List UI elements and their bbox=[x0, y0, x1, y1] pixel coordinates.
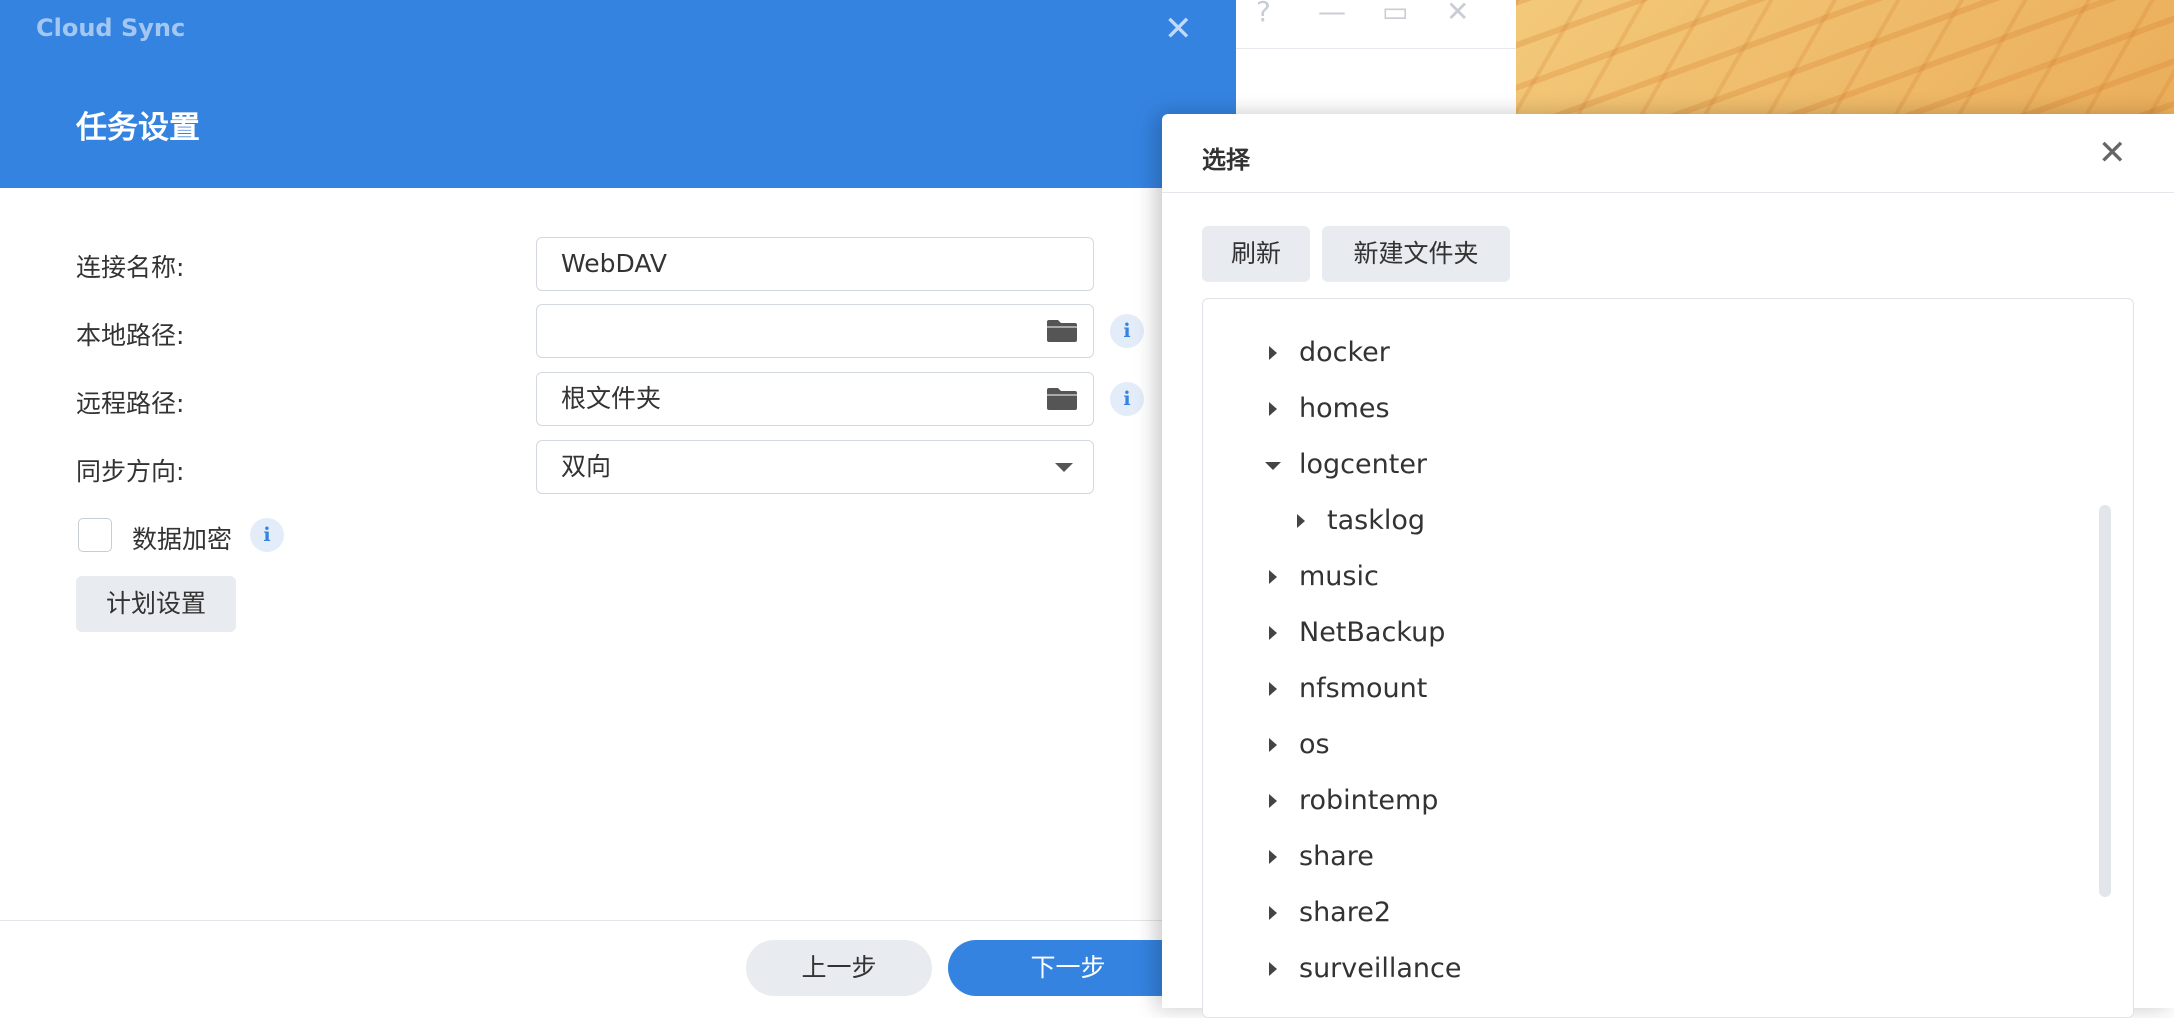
background-window-titlebar: ? — ▭ ✕ bbox=[1236, 0, 1516, 49]
caret-right-icon[interactable] bbox=[1269, 962, 1277, 976]
caret-down-icon[interactable] bbox=[1265, 462, 1281, 470]
folder-tree-item-label: os bbox=[1299, 729, 1330, 760]
footer-divider bbox=[0, 920, 1236, 921]
folder-tree-item-label: surveillance bbox=[1299, 953, 1462, 984]
folder-tree-item-label: tasklog bbox=[1327, 505, 1425, 536]
caret-right-icon[interactable] bbox=[1269, 626, 1277, 640]
refresh-button[interactable]: 刷新 bbox=[1202, 226, 1310, 282]
folder-tree-item[interactable]: NetBackup bbox=[1269, 613, 1445, 653]
folder-icon[interactable] bbox=[1047, 388, 1077, 410]
remote-path-label: 远程路径: bbox=[76, 389, 185, 418]
previous-step-button[interactable]: 上一步 bbox=[746, 940, 932, 996]
app-title: Cloud Sync bbox=[36, 14, 186, 42]
data-encryption-label: 数据加密 bbox=[132, 525, 233, 554]
sync-direction-label: 同步方向: bbox=[76, 457, 185, 486]
next-step-button[interactable]: 下一步 bbox=[948, 940, 1188, 996]
folder-tree-item-label: music bbox=[1299, 561, 1379, 592]
folder-chooser-dialog: 选择 ✕ 刷新 新建文件夹 docker homes logcenter tasklo… bbox=[1162, 114, 2174, 1018]
folder-tree-item[interactable]: robintemp bbox=[1269, 781, 1438, 821]
wizard-header: Cloud Sync ✕ 任务设置 bbox=[0, 0, 1236, 188]
maximize-icon[interactable]: ▭ bbox=[1382, 0, 1408, 26]
folder-tree-item[interactable]: music bbox=[1269, 557, 1379, 597]
wizard-close-icon[interactable]: ✕ bbox=[1164, 12, 1193, 46]
caret-right-icon[interactable] bbox=[1269, 346, 1277, 360]
folder-tree-item-label: nfsmount bbox=[1299, 673, 1428, 704]
local-path-label: 本地路径: bbox=[76, 321, 185, 350]
connection-name-value: WebDAV bbox=[561, 249, 667, 278]
chooser-title: 选择 bbox=[1202, 146, 1250, 174]
folder-tree-item[interactable]: homes bbox=[1269, 389, 1390, 429]
folder-tree-item[interactable]: nfsmount bbox=[1269, 669, 1427, 709]
connection-name-input[interactable]: WebDAV bbox=[536, 237, 1094, 291]
folder-tree-item[interactable]: logcenter bbox=[1265, 445, 1428, 485]
folder-tree-item-label: share bbox=[1299, 841, 1374, 872]
minimize-icon[interactable]: — bbox=[1318, 0, 1346, 26]
folder-icon[interactable] bbox=[1047, 320, 1077, 342]
new-folder-button[interactable]: 新建文件夹 bbox=[1322, 226, 1510, 282]
folder-tree-item[interactable]: tasklog bbox=[1297, 501, 1425, 541]
remote-path-input[interactable]: 根文件夹 bbox=[536, 372, 1094, 426]
task-settings-wizard: Cloud Sync ✕ 任务设置 连接名称: WebDAV 本地路径: i 远… bbox=[0, 0, 1236, 1008]
folder-tree-item-label: homes bbox=[1299, 393, 1390, 424]
folder-tree-item[interactable]: share bbox=[1269, 837, 1374, 877]
caret-right-icon[interactable] bbox=[1269, 402, 1277, 416]
folder-tree-item-label: logcenter bbox=[1299, 449, 1428, 480]
chevron-down-icon bbox=[1055, 463, 1073, 472]
folder-tree: docker homes logcenter tasklog music NetBacku… bbox=[1202, 298, 2134, 1018]
chooser-close-icon[interactable]: ✕ bbox=[2098, 136, 2127, 170]
chooser-divider bbox=[1162, 192, 2174, 193]
page-title: 任务设置 bbox=[76, 110, 200, 146]
sync-direction-value: 双向 bbox=[561, 452, 612, 481]
data-encryption-checkbox[interactable] bbox=[78, 518, 112, 552]
folder-tree-item-label: docker bbox=[1299, 337, 1390, 368]
tree-scrollbar[interactable] bbox=[2099, 505, 2111, 897]
folder-tree-item[interactable]: os bbox=[1269, 725, 1330, 765]
caret-right-icon[interactable] bbox=[1269, 906, 1277, 920]
caret-right-icon[interactable] bbox=[1269, 738, 1277, 752]
folder-tree-item-label: NetBackup bbox=[1299, 617, 1446, 648]
remote-path-value: 根文件夹 bbox=[561, 384, 662, 413]
caret-right-icon[interactable] bbox=[1269, 570, 1277, 584]
local-path-info-icon[interactable]: i bbox=[1110, 314, 1144, 348]
caret-right-icon[interactable] bbox=[1297, 514, 1305, 528]
sync-direction-select[interactable]: 双向 bbox=[536, 440, 1094, 494]
folder-tree-item-label: robintemp bbox=[1299, 785, 1439, 816]
local-path-input[interactable] bbox=[536, 304, 1094, 358]
help-icon[interactable]: ? bbox=[1256, 0, 1271, 26]
caret-right-icon[interactable] bbox=[1269, 850, 1277, 864]
schedule-settings-button[interactable]: 计划设置 bbox=[76, 576, 236, 632]
remote-path-info-icon[interactable]: i bbox=[1110, 382, 1144, 416]
connection-name-label: 连接名称: bbox=[76, 253, 185, 282]
close-icon[interactable]: ✕ bbox=[1446, 0, 1469, 26]
folder-tree-item[interactable]: surveillance bbox=[1269, 949, 1462, 989]
folder-tree-item[interactable]: share2 bbox=[1269, 893, 1391, 933]
caret-right-icon[interactable] bbox=[1269, 794, 1277, 808]
folder-tree-item[interactable]: docker bbox=[1269, 333, 1390, 373]
folder-tree-item-label: share2 bbox=[1299, 897, 1392, 928]
encryption-info-icon[interactable]: i bbox=[250, 518, 284, 552]
caret-right-icon[interactable] bbox=[1269, 682, 1277, 696]
